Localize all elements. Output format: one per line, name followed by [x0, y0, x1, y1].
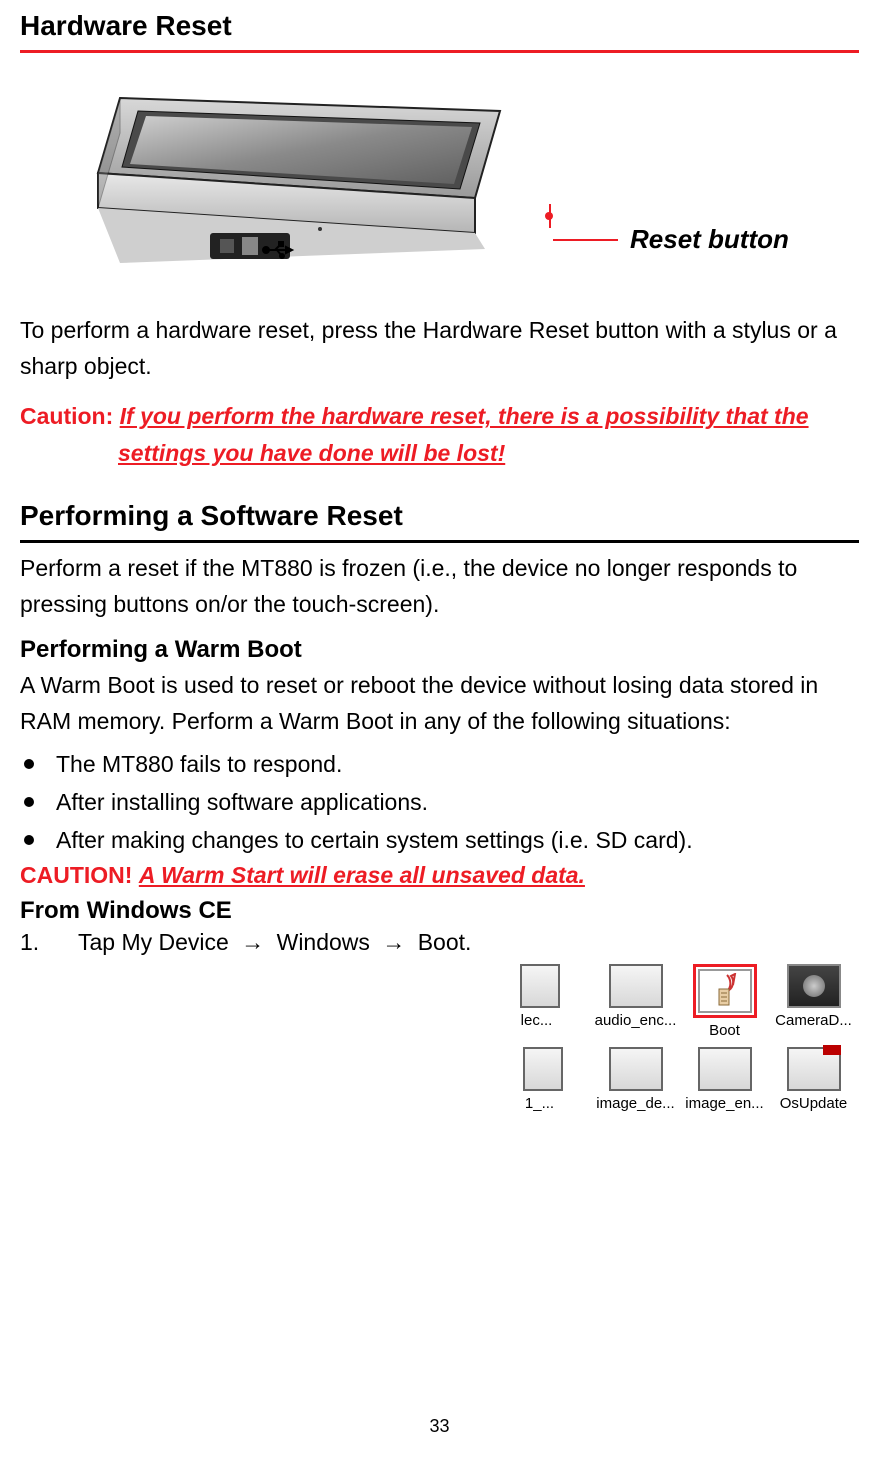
list-item: After making changes to certain system s… — [20, 823, 859, 859]
page-number: 33 — [0, 1416, 879, 1437]
caution-warm-start: CAUTION! A Warm Start will erase all uns… — [20, 862, 859, 889]
heading-from-windows-ce: From Windows CE — [20, 897, 859, 925]
callout-horizontal-line — [553, 239, 618, 241]
generic-file-icon — [609, 964, 663, 1008]
icon-label: 1_... — [525, 1095, 554, 1112]
icon-label: image_en... — [685, 1095, 763, 1112]
icon-label: Boot — [709, 1022, 740, 1039]
caution-label: CAUTION! — [20, 862, 139, 888]
caution-text-line1: If you perform the hardware reset, there… — [120, 403, 809, 429]
file-icon-audio-enc: audio_enc... — [593, 964, 678, 1039]
icon-label: CameraD... — [775, 1012, 852, 1029]
arrow-icon: → — [382, 929, 405, 955]
camera-icon — [787, 964, 841, 1008]
warm-boot-instruction: A Warm Boot is used to reset or reboot t… — [20, 668, 859, 739]
list-item: The MT880 fails to respond. — [20, 747, 859, 783]
heading-warm-boot: Performing a Warm Boot — [20, 636, 859, 664]
boot-icon-highlighted: Boot — [682, 964, 767, 1039]
step-number: 1. — [20, 929, 58, 956]
step-text-pre: Tap My Device — [78, 929, 235, 955]
reset-callout: Reset button — [545, 218, 789, 249]
step-text-post: Boot. — [411, 929, 471, 955]
icon-label: lec... — [521, 1012, 553, 1029]
generic-file-icon — [698, 1047, 752, 1091]
caution-text-line2: settings you have done will be lost! — [118, 440, 505, 466]
separator-red — [20, 50, 859, 53]
red-highlight-box — [693, 964, 757, 1018]
badge — [823, 1045, 841, 1055]
icon-label: audio_enc... — [595, 1012, 677, 1029]
heading-hardware-reset: Hardware Reset — [20, 10, 859, 42]
arrow-icon: → — [241, 929, 264, 955]
list-item: After installing software applications. — [20, 785, 859, 821]
hardware-reset-instruction: To perform a hardware reset, press the H… — [20, 313, 859, 384]
caution-hardware-reset: Caution: If you perform the hardware res… — [20, 398, 859, 472]
warm-boot-icon-graphic — [713, 973, 737, 1009]
windows-ce-screenshot: lec... audio_enc... — [500, 958, 860, 1118]
callout-vertical-line — [549, 204, 551, 228]
generic-file-icon — [609, 1047, 663, 1091]
step-1-row: 1. Tap My Device → Windows → Boot. — [20, 929, 859, 956]
caution-label: Caution: — [20, 403, 120, 429]
file-icon-image-de: image_de... — [593, 1047, 678, 1112]
generic-file-icon — [523, 1047, 563, 1091]
boot-icon — [698, 969, 752, 1013]
reset-button-label: Reset button — [630, 224, 789, 255]
caution-text: A Warm Start will erase all unsaved data… — [139, 862, 585, 888]
device-diagram: Reset button — [80, 73, 800, 293]
step-text-mid: Windows — [270, 929, 376, 955]
software-reset-instruction: Perform a reset if the MT880 is frozen (… — [20, 551, 859, 622]
generic-file-icon — [520, 964, 560, 1008]
generic-file-icon — [787, 1047, 841, 1091]
separator-black — [20, 540, 859, 543]
icon-label: image_de... — [596, 1095, 674, 1112]
file-icon-image-en: image_en... — [682, 1047, 767, 1112]
file-icon-partial: 1_... — [500, 1047, 589, 1112]
file-icon-camera: CameraD... — [771, 964, 856, 1039]
file-icon-partial: lec... — [500, 964, 589, 1039]
tablet-illustration — [80, 73, 540, 283]
heading-software-reset: Performing a Software Reset — [20, 500, 859, 532]
file-icon-osupdate: OsUpdate — [771, 1047, 856, 1112]
step-text: Tap My Device → Windows → Boot. — [78, 929, 859, 956]
warm-boot-situations-list: The MT880 fails to respond. After instal… — [20, 747, 859, 858]
icon-label: OsUpdate — [780, 1095, 848, 1112]
